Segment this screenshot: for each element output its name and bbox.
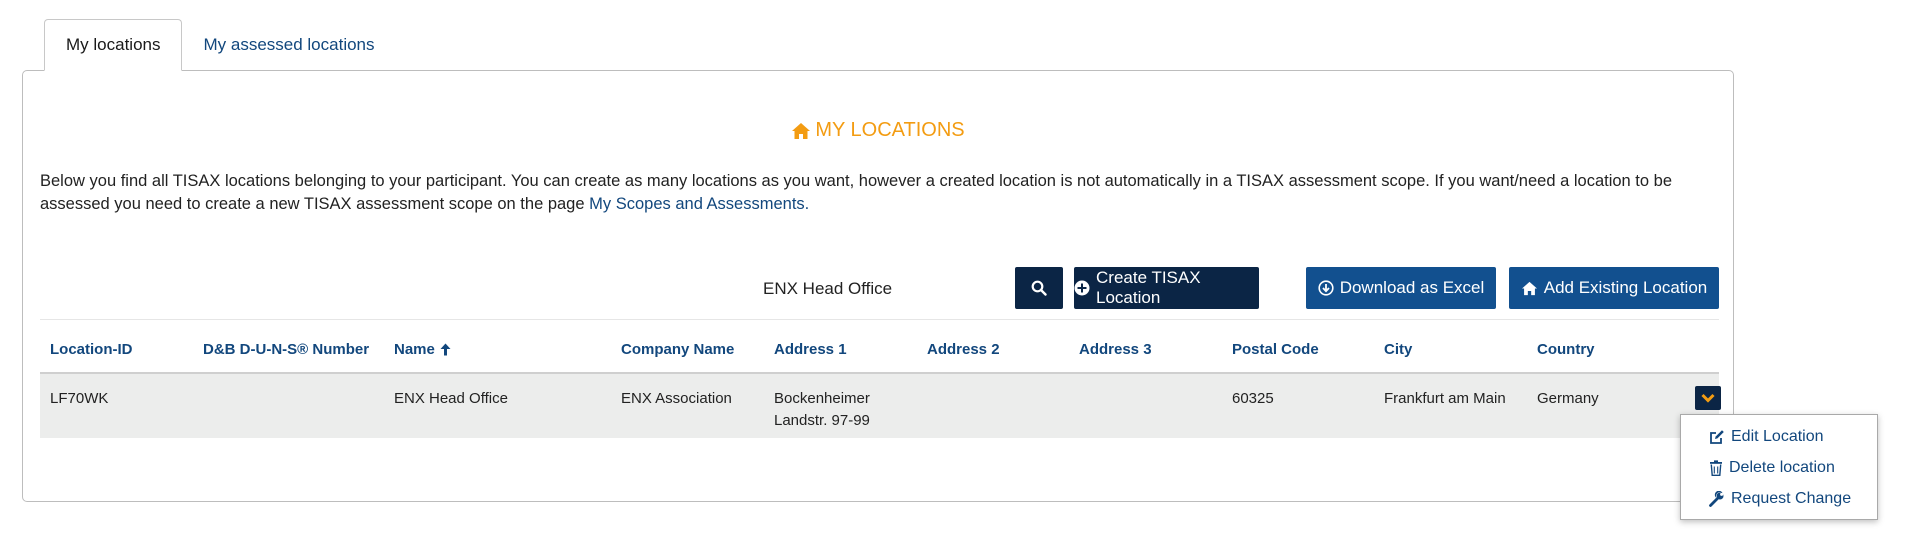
home-icon <box>1521 281 1538 296</box>
locations-panel: MY LOCATIONS Below you find all TISAX lo… <box>22 70 1734 502</box>
cell-postal-code: 60325 <box>1232 390 1274 407</box>
column-header-address-2[interactable]: Address 2 <box>927 341 1000 358</box>
add-existing-location-button[interactable]: Add Existing Location <box>1509 267 1719 309</box>
edit-icon <box>1709 429 1725 445</box>
menu-item-delete-label: Delete location <box>1729 459 1835 476</box>
wrench-icon <box>1709 491 1725 507</box>
description: Below you find all TISAX locations belon… <box>40 170 1700 216</box>
create-location-button[interactable]: Create TISAX Location <box>1074 267 1259 309</box>
column-header-country[interactable]: Country <box>1537 341 1595 358</box>
menu-item-request-label: Request Change <box>1731 490 1852 507</box>
cell-company-name: ENX Association <box>621 390 732 407</box>
menu-item-edit-label: Edit Location <box>1731 428 1824 445</box>
column-header-address-3[interactable]: Address 3 <box>1079 341 1152 358</box>
tab-bar: My locations My assessed locations <box>44 19 396 71</box>
column-header-duns[interactable]: D&B D-U-N-S® Number <box>203 341 369 358</box>
column-header-company-name[interactable]: Company Name <box>621 341 734 358</box>
column-header-location-id[interactable]: Location-ID <box>50 341 133 358</box>
column-header-name[interactable]: Name <box>394 341 451 358</box>
column-header-address-1[interactable]: Address 1 <box>774 341 847 358</box>
scopes-link[interactable]: My Scopes and Assessments. <box>589 195 809 213</box>
create-location-label: Create TISAX Location <box>1096 268 1201 307</box>
download-circle-icon <box>1318 280 1334 296</box>
plus-circle-icon <box>1074 280 1090 296</box>
home-icon <box>791 122 811 140</box>
search-input[interactable]: ENX Head Office <box>763 279 892 299</box>
tab-my-assessed-locations[interactable]: My assessed locations <box>182 19 395 71</box>
column-header-name-label: Name <box>394 341 435 358</box>
tab-my-locations[interactable]: My locations <box>44 19 183 71</box>
menu-item-request-change[interactable]: Request Change <box>1709 487 1851 511</box>
search-button[interactable] <box>1015 267 1063 309</box>
cell-location-id: LF70WK <box>50 390 109 407</box>
table-header: Location-ID D&B D-U-N-S® Number Name Com… <box>40 341 1719 371</box>
download-excel-button[interactable]: Download as Excel <box>1306 267 1496 309</box>
column-header-postal-code[interactable]: Postal Code <box>1232 341 1319 358</box>
page-title: MY LOCATIONS <box>23 119 1733 142</box>
column-header-city[interactable]: City <box>1384 341 1412 358</box>
cell-city: Frankfurt am Main <box>1384 390 1506 407</box>
cell-address-1: Bockenheimer Landstr. 97-99 <box>774 390 870 429</box>
page-title-text: MY LOCATIONS <box>815 119 965 141</box>
divider <box>40 319 1719 320</box>
cell-country: Germany <box>1537 390 1599 407</box>
description-text: Below you find all TISAX locations belon… <box>40 172 1673 213</box>
menu-item-edit-location[interactable]: Edit Location <box>1709 425 1824 449</box>
sort-arrow-up-icon <box>440 343 451 356</box>
table-row[interactable]: LF70WK ENX Head Office ENX Association B… <box>40 374 1721 438</box>
cell-name: ENX Head Office <box>394 390 508 407</box>
row-actions-toggle[interactable] <box>1695 386 1721 410</box>
menu-item-delete-location[interactable]: Delete location <box>1709 456 1835 480</box>
chevron-down-icon <box>1701 393 1715 403</box>
row-actions-menu: Edit Location Delete location Request Ch… <box>1680 414 1878 520</box>
trash-icon <box>1709 460 1723 476</box>
search-icon <box>1031 280 1047 296</box>
add-existing-location-label: Add Existing Location <box>1543 278 1708 297</box>
download-excel-label: Download as Excel <box>1339 278 1485 297</box>
